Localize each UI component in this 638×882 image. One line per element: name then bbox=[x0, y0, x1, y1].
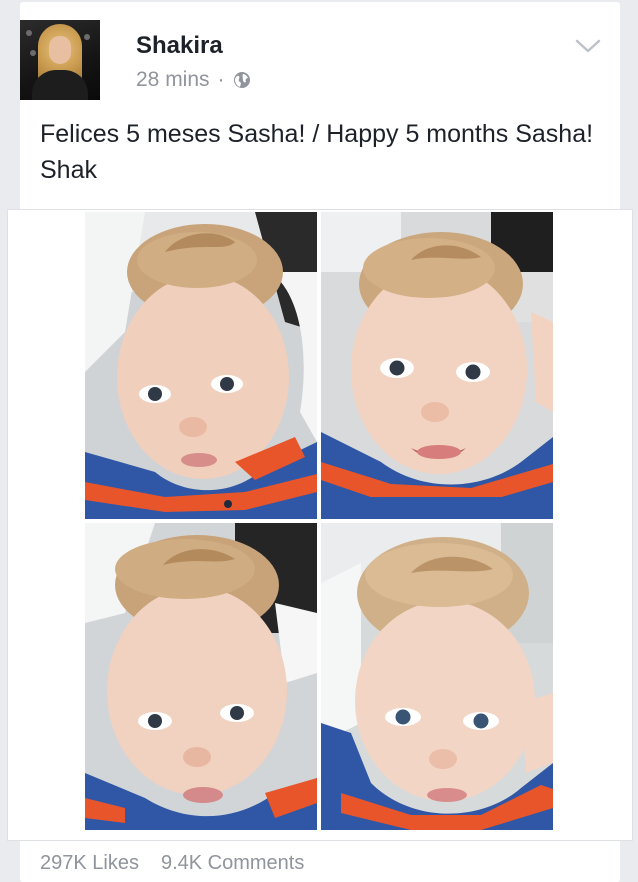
post-photo[interactable] bbox=[8, 210, 632, 840]
meta-separator: · bbox=[217, 68, 225, 91]
photo-collage[interactable] bbox=[85, 212, 555, 836]
baby-photo-4[interactable] bbox=[321, 523, 553, 830]
avatar-face bbox=[49, 36, 71, 64]
background-light bbox=[84, 34, 90, 40]
avatar[interactable] bbox=[20, 20, 100, 100]
post-header bbox=[20, 20, 120, 102]
baby-photo-3[interactable] bbox=[85, 523, 317, 830]
post-time[interactable]: 28 mins bbox=[136, 68, 210, 92]
background-light bbox=[26, 30, 32, 36]
author-name[interactable]: Shakira bbox=[136, 32, 223, 60]
baby-photo-2[interactable] bbox=[321, 212, 553, 519]
post-stats: 297K Likes 9.4K Comments bbox=[40, 852, 304, 875]
baby-photo-1[interactable] bbox=[85, 212, 317, 519]
background-light bbox=[30, 50, 36, 56]
chevron-down-icon[interactable] bbox=[574, 36, 602, 56]
likes-count[interactable]: 297K Likes bbox=[40, 852, 139, 875]
post-meta: 28 mins · bbox=[136, 68, 251, 92]
globe-icon[interactable] bbox=[233, 71, 251, 89]
comments-count[interactable]: 9.4K Comments bbox=[161, 852, 304, 875]
post-text: Felices 5 meses Sasha! / Happy 5 months … bbox=[40, 120, 594, 184]
